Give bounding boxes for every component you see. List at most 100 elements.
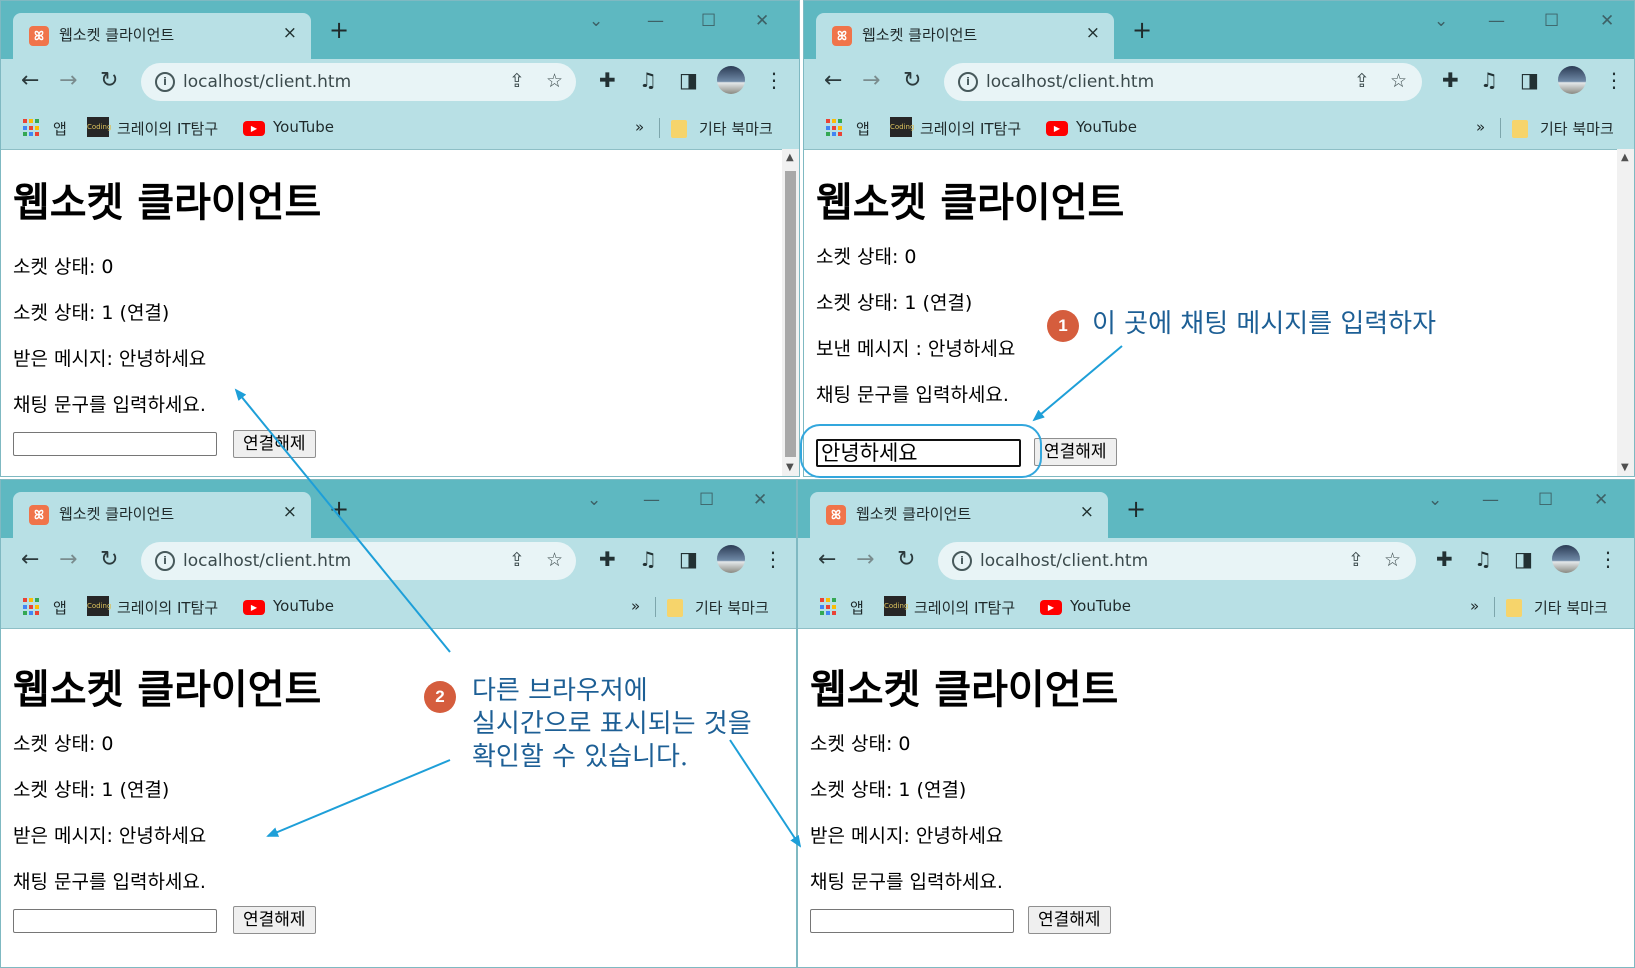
avatar[interactable] <box>717 66 745 94</box>
disconnect-button[interactable]: 연결해제 <box>1034 438 1117 466</box>
forward-button[interactable]: → <box>856 548 874 572</box>
extensions-icon[interactable]: ✚ <box>599 547 616 571</box>
reload-button[interactable]: ↻ <box>100 69 118 93</box>
media-icon[interactable]: ♫ <box>1480 68 1498 92</box>
bookmark-apps[interactable]: 앱 <box>53 597 67 618</box>
forward-button[interactable]: → <box>862 69 880 93</box>
tab-search-icon[interactable]: ⌄ <box>1428 490 1442 510</box>
browser-tab[interactable]: ꕤ 웹소켓 클라이언트 × <box>810 492 1108 538</box>
maximize-button[interactable]: ☐ <box>1538 490 1553 510</box>
bookmark-youtube[interactable]: YouTube <box>1070 597 1131 615</box>
avatar[interactable] <box>1558 66 1586 94</box>
bookmark-apps[interactable]: 앱 <box>53 118 67 139</box>
address-bar[interactable]: i localhost/client.htm ⇪ ☆ <box>141 63 576 101</box>
apps-icon[interactable] <box>23 598 41 616</box>
scroll-down-icon[interactable]: ▼ <box>786 462 794 473</box>
bookmark-star-icon[interactable]: ☆ <box>1384 549 1401 571</box>
bookmark-star-icon[interactable]: ☆ <box>546 549 563 571</box>
bookmark-blog[interactable]: 크레이의 IT탐구 <box>914 597 1015 618</box>
media-icon[interactable]: ♫ <box>639 547 657 571</box>
media-icon[interactable]: ♫ <box>639 68 657 92</box>
apps-icon[interactable] <box>826 119 844 137</box>
minimize-button[interactable]: — <box>647 11 664 31</box>
side-panel-icon[interactable]: ◨ <box>1520 68 1539 92</box>
disconnect-button[interactable]: 연결해제 <box>233 906 316 934</box>
minimize-button[interactable]: — <box>1488 11 1505 31</box>
extensions-icon[interactable]: ✚ <box>599 68 616 92</box>
address-bar[interactable]: i localhost/client.htm ⇪ ☆ <box>938 542 1416 580</box>
bookmark-apps[interactable]: 앱 <box>856 118 870 139</box>
bookmark-youtube[interactable]: YouTube <box>273 597 334 615</box>
bookmark-blog[interactable]: 크레이의 IT탐구 <box>920 118 1021 139</box>
close-window-button[interactable]: ✕ <box>1600 11 1614 31</box>
maximize-button[interactable]: ☐ <box>1544 11 1559 31</box>
maximize-button[interactable]: ☐ <box>699 490 714 510</box>
share-icon[interactable]: ⇪ <box>1348 549 1364 571</box>
back-button[interactable]: ← <box>824 69 842 93</box>
back-button[interactable]: ← <box>21 69 39 93</box>
disconnect-button[interactable]: 연결해제 <box>1028 906 1111 934</box>
bookmark-youtube[interactable]: YouTube <box>273 118 334 136</box>
bookmark-youtube[interactable]: YouTube <box>1076 118 1137 136</box>
avatar[interactable] <box>1552 545 1580 573</box>
side-panel-icon[interactable]: ◨ <box>679 547 698 571</box>
new-tab-button[interactable]: + <box>1132 18 1152 42</box>
share-icon[interactable]: ⇪ <box>1354 70 1370 92</box>
bookmarks-overflow-button[interactable]: » <box>635 118 644 136</box>
menu-icon[interactable]: ⋮ <box>1604 68 1624 92</box>
bookmark-other[interactable]: 기타 북마크 <box>1534 597 1608 618</box>
share-icon[interactable]: ⇪ <box>509 70 525 92</box>
scrollbar[interactable]: ▲ ▼ <box>1617 149 1634 476</box>
bookmark-other[interactable]: 기타 북마크 <box>695 597 769 618</box>
close-window-button[interactable]: ✕ <box>753 490 767 510</box>
address-bar[interactable]: i localhost/client.htm ⇪ ☆ <box>141 542 576 580</box>
bookmark-blog[interactable]: 크레이의 IT탐구 <box>117 597 218 618</box>
chat-input[interactable] <box>13 432 217 456</box>
site-info-icon[interactable]: i <box>155 551 175 571</box>
scrollbar[interactable]: ▲ ▼ <box>782 149 799 476</box>
chat-input[interactable] <box>13 909 217 933</box>
side-panel-icon[interactable]: ◨ <box>1514 547 1533 571</box>
chat-input[interactable] <box>810 909 1014 933</box>
tab-close-icon[interactable]: × <box>1080 502 1094 522</box>
bookmark-other[interactable]: 기타 북마크 <box>1540 118 1614 139</box>
menu-icon[interactable]: ⋮ <box>764 68 784 92</box>
bookmarks-overflow-button[interactable]: » <box>631 597 640 615</box>
bookmark-blog[interactable]: 크레이의 IT탐구 <box>117 118 218 139</box>
new-tab-button[interactable]: + <box>329 18 349 42</box>
scrollbar-thumb[interactable] <box>785 171 796 457</box>
tab-close-icon[interactable]: × <box>1086 23 1100 43</box>
menu-icon[interactable]: ⋮ <box>1598 547 1618 571</box>
side-panel-icon[interactable]: ◨ <box>679 68 698 92</box>
bookmark-other[interactable]: 기타 북마크 <box>699 118 773 139</box>
scroll-down-icon[interactable]: ▼ <box>1621 462 1629 473</box>
browser-tab[interactable]: ꕤ 웹소켓 클라이언트 × <box>13 492 311 538</box>
new-tab-button[interactable]: + <box>329 497 349 521</box>
site-info-icon[interactable]: i <box>155 72 175 92</box>
reload-button[interactable]: ↻ <box>100 548 118 572</box>
tab-close-icon[interactable]: × <box>283 23 297 43</box>
bookmark-apps[interactable]: 앱 <box>850 597 864 618</box>
back-button[interactable]: ← <box>818 548 836 572</box>
disconnect-button[interactable]: 연결해제 <box>233 430 316 458</box>
scroll-up-icon[interactable]: ▲ <box>1621 152 1629 163</box>
back-button[interactable]: ← <box>21 548 39 572</box>
apps-icon[interactable] <box>23 119 41 137</box>
tab-search-icon[interactable]: ⌄ <box>589 11 603 31</box>
close-window-button[interactable]: ✕ <box>1594 490 1608 510</box>
scroll-up-icon[interactable]: ▲ <box>786 152 794 163</box>
maximize-button[interactable]: ☐ <box>701 11 716 31</box>
bookmark-star-icon[interactable]: ☆ <box>546 70 563 92</box>
site-info-icon[interactable]: i <box>952 551 972 571</box>
browser-tab[interactable]: ꕤ 웹소켓 클라이언트 × <box>13 13 311 59</box>
media-icon[interactable]: ♫ <box>1474 547 1492 571</box>
forward-button[interactable]: → <box>59 548 77 572</box>
bookmarks-overflow-button[interactable]: » <box>1476 118 1485 136</box>
apps-icon[interactable] <box>820 598 838 616</box>
share-icon[interactable]: ⇪ <box>509 549 525 571</box>
tab-search-icon[interactable]: ⌄ <box>587 490 601 510</box>
extensions-icon[interactable]: ✚ <box>1436 547 1453 571</box>
forward-button[interactable]: → <box>59 69 77 93</box>
site-info-icon[interactable]: i <box>958 72 978 92</box>
bookmarks-overflow-button[interactable]: » <box>1470 597 1479 615</box>
